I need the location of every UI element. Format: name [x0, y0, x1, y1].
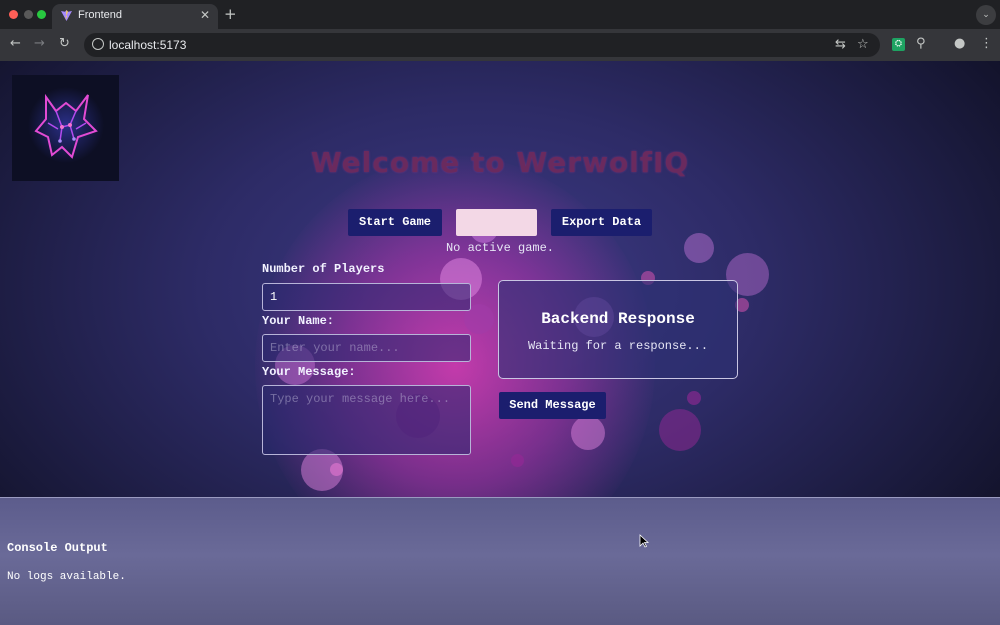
info-icon[interactable] [92, 38, 104, 50]
tab-title: Frontend [78, 9, 123, 21]
game-status: No active game. [445, 241, 555, 255]
decor-bubble [659, 409, 701, 451]
start-game-button[interactable]: Start Game [348, 209, 442, 236]
profile-icon[interactable]: ● [954, 36, 965, 51]
window-maximize-button[interactable] [37, 10, 46, 19]
middle-action-button[interactable] [456, 209, 537, 236]
puzzle-icon[interactable]: ⚲ [916, 36, 926, 51]
message-textarea[interactable]: Type your message here... [262, 385, 471, 455]
tab-close-icon[interactable]: ✕ [200, 8, 210, 22]
name-label: Your Name: [262, 314, 335, 328]
backend-response-panel: Backend Response Waiting for a response.… [498, 280, 738, 379]
menu-icon[interactable]: ⋮ [980, 36, 993, 51]
players-input[interactable]: 1 [262, 283, 471, 311]
mouse-cursor-icon [639, 534, 649, 548]
decor-bubble [571, 416, 605, 450]
address-bar[interactable]: localhost:5173 ⇆ ☆ [84, 33, 880, 57]
response-title: Backend Response [541, 310, 695, 328]
message-label: Your Message: [262, 365, 356, 379]
browser-tab-strip: Frontend ✕ + ⌄ [0, 0, 1000, 29]
star-icon[interactable]: ☆ [857, 37, 869, 52]
browser-tab[interactable]: Frontend ✕ [52, 4, 218, 29]
console-output-panel: Console Output No logs available. [0, 497, 1000, 625]
window-minimize-button[interactable] [24, 10, 33, 19]
players-label: Number of Players [262, 262, 385, 276]
export-data-button[interactable]: Export Data [551, 209, 652, 236]
response-text: Waiting for a response... [527, 339, 709, 353]
address-url: localhost:5173 [109, 38, 187, 52]
welcome-title: Welcome to WerwolfIQ [310, 146, 690, 179]
send-message-button[interactable]: Send Message [499, 392, 606, 419]
extension-icon[interactable]: ⛭ [892, 38, 905, 51]
app-page: Welcome to WerwolfIQ Start Game Export D… [0, 61, 1000, 625]
name-input[interactable]: Enter your name... [262, 334, 471, 362]
decor-bubble [511, 454, 524, 467]
new-tab-icon[interactable]: + [224, 5, 237, 23]
console-text: No logs available. [7, 571, 126, 583]
back-icon[interactable]: ← [10, 36, 21, 51]
tab-search-icon[interactable]: ⌄ [976, 5, 996, 25]
decor-bubble [330, 463, 343, 476]
console-title: Console Output [7, 541, 108, 555]
reload-icon[interactable]: ↻ [59, 36, 70, 51]
translate-icon[interactable]: ⇆ [835, 37, 846, 52]
forward-icon[interactable]: → [34, 36, 45, 51]
window-close-button[interactable] [9, 10, 18, 19]
decor-bubble [687, 391, 701, 405]
vite-favicon-icon [61, 10, 72, 21]
browser-toolbar: ← → ↻ localhost:5173 ⇆ ☆ ⛭ ⚲ ● ⋮ [0, 29, 1000, 61]
